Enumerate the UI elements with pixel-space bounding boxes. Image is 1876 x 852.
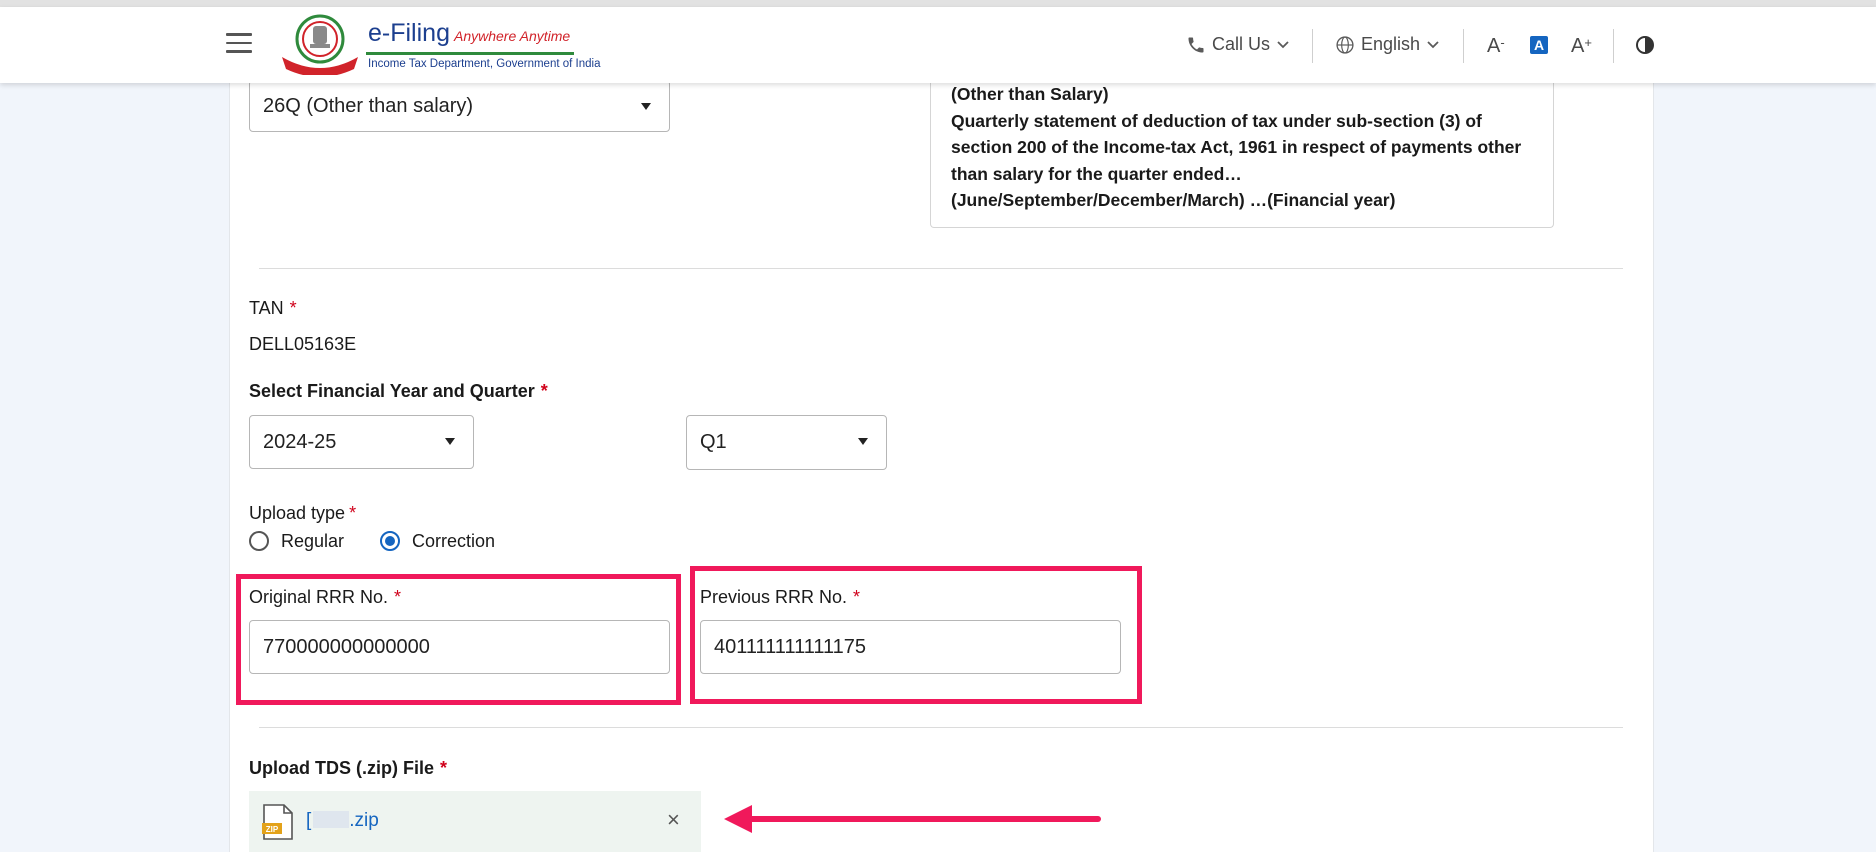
tan-label-text: TAN xyxy=(249,298,284,318)
form-info-title: (Other than Salary) xyxy=(951,84,1109,104)
browser-top-strip xyxy=(0,0,1876,7)
form-info-panel: (Other than Salary) Quarterly statement … xyxy=(930,75,1554,228)
upload-type-correction-radio[interactable] xyxy=(380,531,400,551)
header-divider xyxy=(1613,29,1614,63)
form-type-select[interactable]: 26Q (Other than salary) xyxy=(249,80,670,132)
upload-type-label-text: Upload type xyxy=(249,503,346,523)
upload-type-regular-label[interactable]: Regular xyxy=(281,531,344,552)
upload-type-regular-radio[interactable] xyxy=(249,531,269,551)
logo-underline xyxy=(366,52,574,55)
menu-icon[interactable] xyxy=(226,33,252,55)
font-decrease-icon[interactable]: A- xyxy=(1487,35,1505,58)
language-dropdown[interactable]: English xyxy=(1335,34,1440,55)
font-default-label: A xyxy=(1533,37,1545,53)
tan-value: DELL05163E xyxy=(249,334,357,354)
call-us-label: Call Us xyxy=(1212,34,1271,54)
contrast-icon[interactable] xyxy=(1635,35,1655,55)
fy-quarter-label: Select Financial Year and Quarter * xyxy=(249,381,548,402)
tan-label: TAN * xyxy=(249,298,297,319)
required-asterisk: * xyxy=(540,381,548,401)
zip-icon-text: ZIP xyxy=(266,825,279,834)
quarter-value: Q1 xyxy=(700,431,727,453)
financial-year-select[interactable]: 2024-25 xyxy=(249,415,474,469)
chevron-down-icon xyxy=(1277,40,1289,48)
logo-subtitle: Income Tax Department, Government of Ind… xyxy=(368,58,601,70)
font-decrease-label: A xyxy=(1487,35,1501,57)
globe-icon xyxy=(1336,35,1354,54)
font-increase-label: A xyxy=(1571,35,1585,57)
phone-icon xyxy=(1188,37,1204,52)
fy-quarter-label-text: Select Financial Year and Quarter xyxy=(249,381,535,401)
required-asterisk: * xyxy=(349,503,357,523)
logo-title-text: e-Filing xyxy=(368,19,450,47)
chevron-down-icon xyxy=(1427,40,1439,48)
quarter-select[interactable]: Q1 xyxy=(686,415,887,470)
required-asterisk: * xyxy=(289,298,297,318)
close-icon[interactable]: × xyxy=(667,807,680,833)
upload-file-label: Upload TDS (.zip) File * xyxy=(249,758,447,779)
caret-down-icon xyxy=(641,103,651,110)
redacted-filename xyxy=(313,811,350,828)
language-label: English xyxy=(1361,34,1421,54)
required-asterisk: * xyxy=(440,758,448,778)
site-header: e-Filing Anywhere Anytime Income Tax Depa… xyxy=(0,7,1876,83)
caret-down-icon xyxy=(445,438,455,445)
header-divider xyxy=(1463,29,1464,63)
zip-file-icon: ZIP xyxy=(262,804,293,840)
annotation-arrow xyxy=(724,805,1101,833)
file-name-extension: .zip xyxy=(349,810,379,831)
highlight-box-original-rrr xyxy=(236,574,681,705)
font-default-icon[interactable]: A xyxy=(1530,36,1548,54)
uploaded-file-chip: ZIP [ .zip × xyxy=(249,791,701,852)
font-increase-icon[interactable]: A+ xyxy=(1571,35,1592,58)
uploaded-file-name[interactable]: [ .zip xyxy=(306,810,379,832)
logo-tagline: Anywhere Anytime xyxy=(453,28,571,44)
section-divider xyxy=(259,727,1623,728)
financial-year-value: 2024-25 xyxy=(263,430,337,453)
form-type-value: 26Q (Other than salary) xyxy=(263,94,474,117)
upload-type-correction-label[interactable]: Correction xyxy=(412,531,495,552)
upload-type-label: Upload type * xyxy=(249,503,356,524)
logo-title: e-Filing Anywhere Anytime xyxy=(368,19,570,48)
file-name-start: [ xyxy=(306,810,312,831)
caret-down-icon xyxy=(858,438,868,445)
call-us-dropdown[interactable]: Call Us xyxy=(1186,34,1290,55)
highlight-box-previous-rrr xyxy=(690,566,1142,704)
header-divider xyxy=(1312,29,1313,63)
section-divider xyxy=(259,268,1623,269)
upload-file-label-text: Upload TDS (.zip) File xyxy=(249,758,434,778)
form-info-description: Quarterly statement of deduction of tax … xyxy=(951,110,1522,211)
income-tax-emblem-logo[interactable] xyxy=(278,13,364,75)
